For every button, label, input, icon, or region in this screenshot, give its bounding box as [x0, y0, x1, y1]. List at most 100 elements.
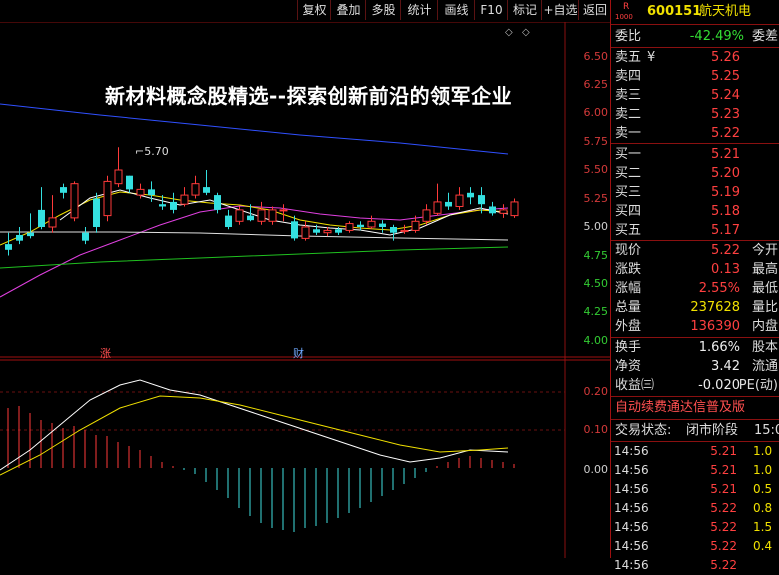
- price-tick: 6.50: [583, 50, 609, 63]
- candle-body: [390, 227, 397, 233]
- candle-body: [82, 232, 89, 241]
- macd-tick: 0.20: [583, 385, 609, 398]
- trade-row: 14:56 5.22 0.8: [614, 501, 773, 515]
- candle-body: [126, 175, 133, 190]
- quote-stat[interactable]: 总量 237628 量比: [611, 298, 779, 317]
- max-price-label: ⌐5.70: [135, 145, 169, 158]
- candle-body: [180, 194, 189, 205]
- scroll-right-icon: ◇: [522, 27, 530, 38]
- candle-body: [467, 192, 474, 198]
- bid-level-1[interactable]: 买一 5.21: [611, 145, 779, 164]
- ask-level-2[interactable]: 卖二 5.23: [611, 105, 779, 124]
- candle-body: [203, 187, 210, 193]
- moving-average-line: [0, 246, 509, 269]
- toolbar-button-5[interactable]: F10: [474, 0, 508, 20]
- stock-code: 600151: [647, 4, 702, 19]
- macd-tick: 0.10: [583, 423, 609, 436]
- stock-name: 航天机电: [699, 4, 752, 19]
- candle-body: [335, 229, 342, 233]
- macd-tick: 0.00: [583, 463, 609, 476]
- candle-body: [268, 209, 277, 222]
- chart-toolbar: 复权 叠加 多股 统计 画线 F10 标记 +自选 返回: [0, 0, 610, 22]
- candle-body: [136, 188, 145, 196]
- quote-stat[interactable]: 净资 3.42 流通: [611, 357, 779, 376]
- headline-overlay: 新材料概念股精选--探索创新前沿的领军企业: [105, 84, 513, 108]
- candle-body: [60, 187, 67, 193]
- candle-body: [235, 209, 244, 222]
- quote-stat[interactable]: 涨幅 2.55% 最低: [611, 279, 779, 298]
- candle-body: [191, 183, 200, 196]
- candle-body: [16, 234, 23, 241]
- bid-level-5[interactable]: 买五 5.17: [611, 221, 779, 240]
- price-tick: 5.50: [583, 163, 609, 176]
- price-tick: 4.50: [583, 277, 609, 290]
- price-tick: 6.00: [583, 106, 609, 119]
- candle-body: [411, 220, 420, 231]
- toolbar-button-7[interactable]: +自选: [541, 0, 579, 20]
- quote-stat[interactable]: 现价 5.22 今开: [611, 241, 779, 260]
- trade-row: 14:56 5.21 1.0: [614, 463, 773, 477]
- toolbar-button-4[interactable]: 画线: [437, 0, 475, 20]
- candle-body: [170, 201, 177, 210]
- moving-average-line: [0, 103, 509, 155]
- macd-line: [0, 395, 509, 476]
- trade-row: 14:56 5.22 1.5: [614, 520, 773, 534]
- candle-body: [422, 209, 431, 222]
- bid-level-3[interactable]: 买三 5.19: [611, 183, 779, 202]
- candle-body: [159, 204, 166, 207]
- stock-header[interactable]: R 1000 600151 航天机电: [611, 2, 779, 21]
- weibi-row: 委比 -42.49% 委差: [615, 29, 778, 44]
- ask-level-3[interactable]: 卖三 5.24: [611, 86, 779, 105]
- trade-row: 14:56 5.21 0.5: [614, 482, 773, 496]
- quote-stat[interactable]: 收益㈢ -0.020 PE(动): [611, 376, 779, 395]
- ask-level-5[interactable]: 卖五 ¥5.26: [611, 48, 779, 67]
- toolbar-button-3[interactable]: 统计: [400, 0, 438, 20]
- candle-body: [433, 201, 442, 214]
- toolbar-button-1[interactable]: 叠加: [330, 0, 366, 20]
- quote-stat[interactable]: 涨跌 0.13 最高: [611, 260, 779, 279]
- ask-level-4[interactable]: 卖四 5.25: [611, 67, 779, 86]
- toolbar-button-6[interactable]: 标记: [507, 0, 542, 20]
- candle-body: [291, 221, 298, 239]
- bid-level-4[interactable]: 买四 5.18: [611, 202, 779, 221]
- candle-body: [103, 180, 112, 217]
- quote-stat[interactable]: 外盘 136390 内盘: [611, 317, 779, 336]
- candle-body: [27, 232, 34, 237]
- price-tick: 5.75: [583, 135, 609, 148]
- trade-row: 14:56 5.22 0.4: [614, 539, 773, 553]
- candle-body: [225, 215, 232, 227]
- quote-stat[interactable]: 换手 1.66% 股本: [611, 338, 779, 357]
- trade-status: 交易状态: 闭市阶段 15:0: [615, 423, 779, 438]
- quote-panel: R 1000 600151 航天机电 委比 -42.49% 委差 卖五 ¥5.26…: [610, 0, 779, 572]
- toolbar-button-8[interactable]: 返回: [578, 0, 611, 20]
- price-tick: 5.25: [583, 192, 609, 205]
- candle-body: [279, 209, 288, 212]
- trade-row: 14:56 5.22: [614, 558, 737, 572]
- ask-level-1[interactable]: 卖一 5.22: [611, 124, 779, 143]
- price-tick: 6.25: [583, 78, 609, 91]
- finance-marker[interactable]: 财: [293, 345, 304, 361]
- promo-banner[interactable]: 自动续费通达信普及版: [611, 398, 779, 417]
- candle-body: [499, 209, 508, 214]
- candle-body: [367, 220, 376, 228]
- candle-body: [38, 209, 45, 227]
- bid-level-2[interactable]: 买二 5.20: [611, 164, 779, 183]
- candle-body: [70, 183, 79, 219]
- candle-body: [148, 189, 155, 196]
- price-tick: 4.25: [583, 305, 609, 318]
- candle-body: [323, 229, 332, 234]
- toolbar-button-0[interactable]: 复权: [297, 0, 331, 20]
- candle-body: [455, 194, 464, 207]
- candle-body: [301, 226, 310, 239]
- macd-line: [0, 379, 509, 471]
- scroll-left-icon: ◇: [505, 27, 513, 38]
- rise-marker[interactable]: 涨: [100, 345, 111, 361]
- candle-body: [489, 206, 496, 214]
- price-tick: 5.00: [583, 220, 609, 233]
- candle-body: [214, 195, 221, 210]
- candle-body: [257, 209, 266, 222]
- toolbar-button-2[interactable]: 多股: [365, 0, 401, 20]
- candle-body: [379, 223, 386, 227]
- candle-body: [5, 244, 12, 250]
- candle-body: [345, 223, 354, 231]
